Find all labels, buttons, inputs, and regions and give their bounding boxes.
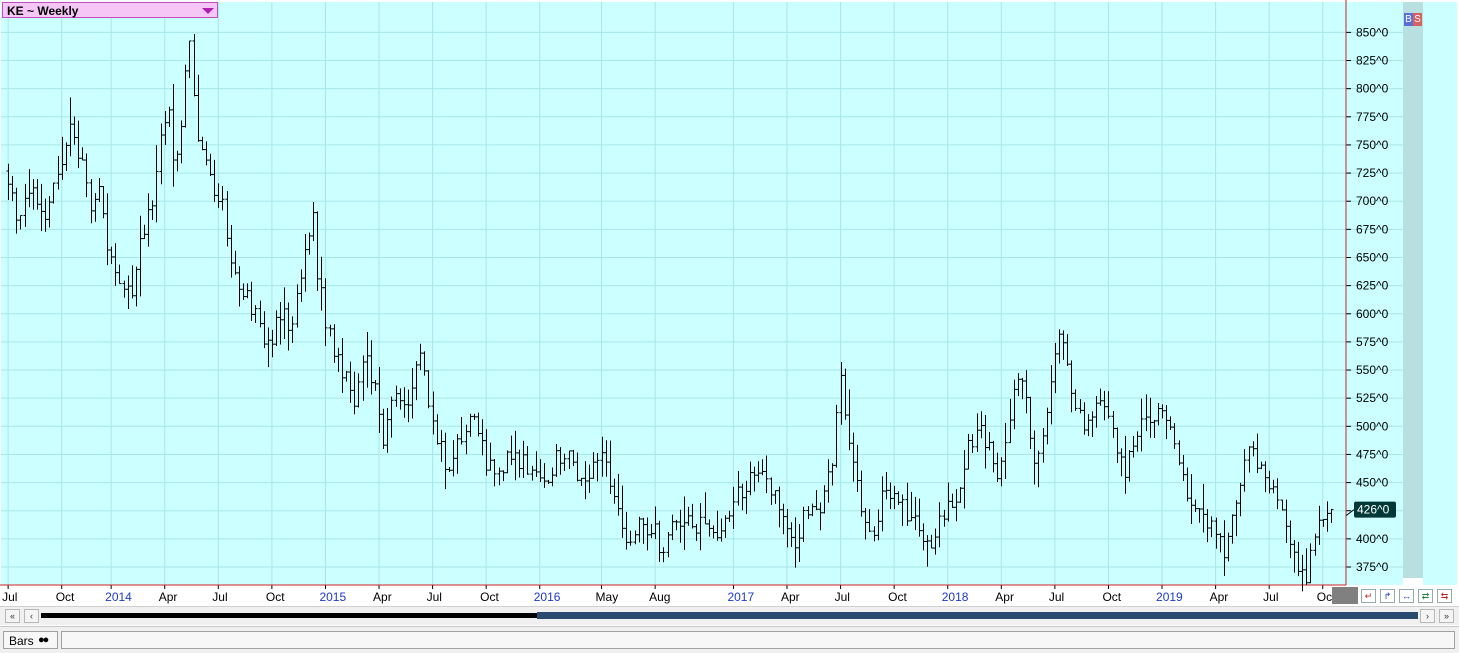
side-panel [1403,2,1423,578]
side-panel-right [1423,2,1457,585]
scroll-last-button[interactable]: » [1439,609,1454,623]
date-tick-label: Apr [995,590,1014,604]
cursor-handle[interactable] [1332,587,1358,604]
price-tick-label: 500^0 [1356,419,1389,433]
price-tick-label: 650^0 [1356,250,1389,264]
price-tick-label: 725^0 [1356,166,1389,180]
date-tick-label: Aug [649,590,670,604]
corner-down-left-icon[interactable]: ↵ [1361,589,1376,603]
scroll-prev-button[interactable]: ‹ [24,609,39,623]
time-scrollbar[interactable]: « ‹ › » [0,606,1459,625]
price-tick-label: 775^0 [1356,110,1389,124]
glasses-icon: ●● [38,634,49,646]
price-tick-label: 675^0 [1356,222,1389,236]
last-price-label: 426^0 [1357,503,1390,517]
date-tick-label: Apr [373,590,392,604]
date-tick-label: May [596,590,619,604]
chart-window: 850^0 825^0 800^0 775^0 750^0 725^0 700^0 675^0… [0,0,1459,653]
symbol-label: KE ~ Weekly [7,4,79,18]
buy-tag[interactable]: B [1404,13,1413,26]
price-tick-label: 575^0 [1356,335,1389,349]
price-tick-label: 600^0 [1356,307,1389,321]
date-tick-label: 2018 [942,590,969,604]
compress-icon[interactable]: ⇆ [1437,589,1452,603]
corner-up-right-icon[interactable]: ↱ [1380,589,1395,603]
sell-tag[interactable]: S [1413,13,1422,26]
price-chart[interactable]: 850^0 825^0 800^0 775^0 750^0 725^0 700^0 675^0… [0,0,1459,606]
date-tick-label: Oct [888,590,907,604]
date-tick-label: 2019 [1156,590,1183,604]
price-tick-label: 825^0 [1356,54,1389,68]
scroll-thumb[interactable] [537,612,1418,619]
date-tick-label: Jul [1049,590,1064,604]
chevron-down-icon[interactable] [202,8,214,14]
plot-area [1,2,1346,585]
status-bar: Bars ●● [0,626,1459,653]
price-tick-label: 625^0 [1356,279,1389,293]
date-tick-label: Jul [1263,590,1278,604]
date-tick-label: Apr [159,590,178,604]
date-tick-label: Apr [1210,590,1229,604]
date-tick-label: Oct [56,590,75,604]
date-tick-label: 2017 [727,590,754,604]
date-tick-label: Apr [781,590,800,604]
status-field [61,631,1455,649]
scroll-first-button[interactable]: « [5,609,20,623]
price-tick-label: 375^0 [1356,560,1389,574]
price-tick-label: 525^0 [1356,391,1389,405]
bars-tab[interactable]: Bars ●● [3,631,58,649]
scroll-next-button[interactable]: › [1420,609,1435,623]
expand-icon[interactable]: ↔ [1399,589,1414,603]
date-tick-label: Oct [1102,590,1121,604]
date-tick-label: Oct [266,590,285,604]
bars-label: Bars [9,634,34,648]
price-tick-label: 475^0 [1356,447,1389,461]
price-tick-label: 850^0 [1356,25,1389,39]
price-tick-label: 550^0 [1356,363,1389,377]
price-tick-label: 400^0 [1356,532,1389,546]
date-tick-label: Jul [212,590,227,604]
price-tick-label: 450^0 [1356,476,1389,490]
date-tick-label: Jul [2,590,17,604]
date-tick-label: 2014 [105,590,132,604]
price-tick-label: 800^0 [1356,82,1389,96]
date-tick-label: Jul [427,590,442,604]
date-tick-label: 2015 [319,590,346,604]
date-tick-label: 2016 [534,590,561,604]
price-tick-label: 750^0 [1356,138,1389,152]
fit-icon[interactable]: ⇄ [1418,589,1433,603]
price-tick-label: 700^0 [1356,194,1389,208]
symbol-selector[interactable]: KE ~ Weekly [2,2,218,18]
date-tick-label: Jul [835,590,850,604]
date-tick-label: Oct [480,590,499,604]
